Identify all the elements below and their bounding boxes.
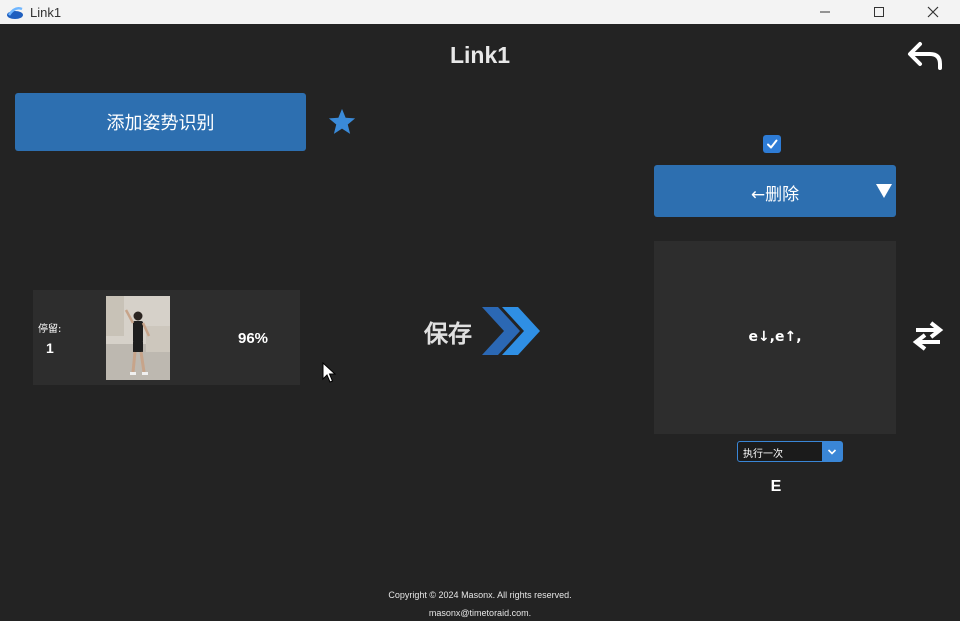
- add-pose-recognition-label: 添加姿势识别: [106, 113, 215, 134]
- pose-thumbnail: [106, 296, 170, 380]
- contact-email: masonx@timetoraid.com.: [428, 608, 532, 618]
- add-pose-recognition-button[interactable]: 添加姿势识别: [15, 93, 306, 151]
- action-dropdown-label: ←删除: [750, 185, 800, 205]
- star-icon[interactable]: [327, 107, 357, 137]
- action-dropdown[interactable]: ←删除: [654, 165, 896, 217]
- pose-card[interactable]: 停留: 1 96%: [33, 290, 300, 385]
- save-label: 保存: [424, 319, 472, 348]
- stay-value: 1: [46, 340, 54, 356]
- double-chevron-right-icon: [482, 307, 540, 355]
- save-button[interactable]: 保存: [424, 300, 554, 362]
- execution-mode-value: 执行一次: [743, 449, 783, 460]
- action-sequence-text: e↓,e↑,: [748, 329, 802, 345]
- window-titlebar: Link1: [0, 0, 960, 24]
- undo-arrow-icon[interactable]: [906, 40, 946, 72]
- app-logo-icon: [6, 5, 24, 19]
- triangle-down-icon: [876, 184, 892, 198]
- page-title: Link1: [449, 42, 511, 68]
- minimize-icon: [820, 11, 830, 13]
- minimize-button[interactable]: [798, 0, 852, 24]
- close-button[interactable]: [906, 0, 960, 24]
- copyright-text: Copyright © 2024 Masonx. All rights rese…: [388, 590, 572, 600]
- window-title: Link1: [30, 4, 62, 20]
- key-label: E: [770, 478, 782, 495]
- checkmark-icon: [767, 139, 778, 149]
- select-arrow-button[interactable]: [822, 442, 842, 461]
- swap-arrows-icon[interactable]: [912, 320, 944, 352]
- maximize-button[interactable]: [852, 0, 906, 24]
- action-display-panel: e↓,e↑,: [654, 241, 896, 434]
- enable-checkbox[interactable]: [763, 135, 781, 153]
- close-icon: [927, 6, 939, 18]
- mouse-pointer-icon: [322, 361, 337, 384]
- stay-label: 停留:: [38, 324, 62, 335]
- confidence-value: 96%: [238, 330, 269, 347]
- maximize-icon: [874, 7, 884, 17]
- execution-mode-select[interactable]: 执行一次: [737, 441, 843, 462]
- chevron-down-icon: [827, 448, 837, 455]
